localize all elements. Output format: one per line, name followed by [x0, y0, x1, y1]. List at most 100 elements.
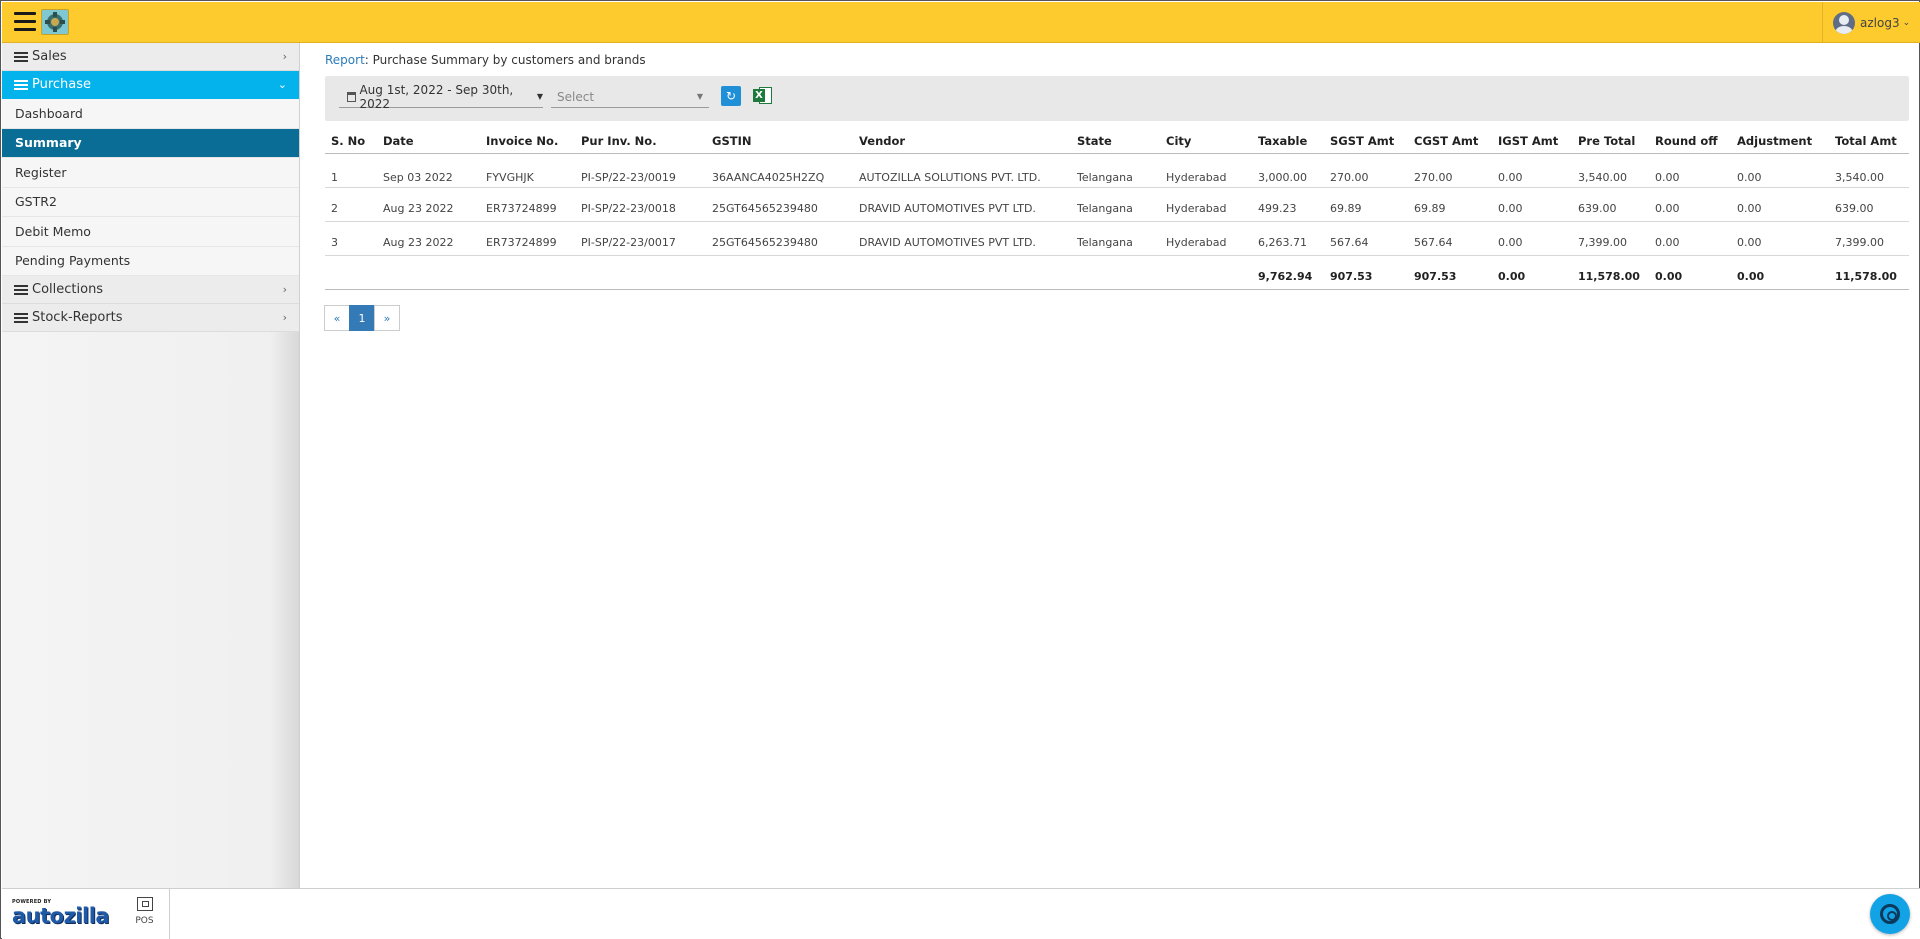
- sidebar-section-collections[interactable]: Collections ›: [2, 276, 299, 304]
- sidebar-section-label: Collections: [32, 282, 104, 297]
- footer-bar: POWERED BY autozilla POS: [2, 888, 1920, 939]
- pagination-prev-button[interactable]: «: [324, 305, 350, 331]
- cell-pur-inv-no: PI-SP/22-23/0018: [575, 187, 706, 222]
- breadcrumb: Report: Purchase Summary by customers an…: [325, 53, 646, 67]
- pos-register-icon: [136, 897, 153, 911]
- app-logo[interactable]: [41, 9, 69, 35]
- table-row[interactable]: 2 Aug 23 2022 ER73724899 PI-SP/22-23/001…: [325, 187, 1909, 222]
- table-row[interactable]: 1 Sep 03 2022 FYVGHJK PI-SP/22-23/0019 3…: [325, 153, 1909, 188]
- column-header[interactable]: State: [1071, 129, 1160, 154]
- total-amt: 11,578.00: [1829, 255, 1909, 290]
- date-range-picker[interactable]: Aug 1st, 2022 - Sep 30th, 2022 ▼: [339, 83, 543, 111]
- cell-vendor: DRAVID AUTOMOTIVES PVT LTD.: [853, 221, 1071, 256]
- purchase-summary-table: S. No Date Invoice No. Pur Inv. No. GSTI…: [325, 129, 1909, 290]
- cell-gstin: 36AANCA4025H2ZQ: [706, 153, 853, 188]
- cell-city: Hyderabad: [1160, 153, 1252, 188]
- sidebar-item-gstr2[interactable]: GSTR2: [2, 187, 299, 217]
- chevron-down-icon: ⌄: [277, 78, 287, 91]
- chevron-right-icon: ›: [282, 283, 287, 296]
- app-frame: azlog3 ⌄ Sales › Purchase ⌄ Dashboard Su…: [0, 0, 1920, 939]
- chevron-right-icon: ›: [282, 50, 287, 63]
- menu-lines-icon: [14, 284, 28, 295]
- cell-invoice-no: ER73724899: [480, 221, 575, 256]
- cell-taxable: 3,000.00: [1252, 153, 1324, 188]
- total-cell: [706, 255, 853, 290]
- column-header[interactable]: Total Amt: [1829, 129, 1909, 154]
- refresh-icon: ↻: [725, 89, 737, 103]
- totals-row: 9,762.94 907.53 907.53 0.00 11,578.00 0.…: [325, 255, 1909, 290]
- cell-date: Aug 23 2022: [377, 221, 480, 256]
- brand-logo-text: autozilla: [12, 904, 110, 928]
- sidebar-item-pending-payments[interactable]: Pending Payments: [2, 246, 299, 276]
- sidebar-item-summary[interactable]: Summary: [2, 128, 299, 158]
- pos-button[interactable]: POS: [120, 889, 170, 939]
- cell-sno: 1: [325, 153, 377, 188]
- powered-by-logo[interactable]: POWERED BY autozilla: [12, 899, 110, 933]
- filter-select[interactable]: Select ▼: [551, 86, 709, 108]
- column-header[interactable]: Pre Total: [1572, 129, 1649, 154]
- menu-toggle-icon[interactable]: [14, 12, 36, 32]
- cell-sgst: 69.89: [1324, 187, 1408, 222]
- cell-cgst: 69.89: [1408, 187, 1492, 222]
- cell-igst: 0.00: [1492, 187, 1572, 222]
- cell-pre-total: 3,540.00: [1572, 153, 1649, 188]
- cell-state: Telangana: [1071, 187, 1160, 222]
- cell-date: Aug 23 2022: [377, 187, 480, 222]
- sidebar-section-label: Sales: [32, 49, 67, 64]
- column-header[interactable]: S. No: [325, 129, 377, 154]
- total-sgst: 907.53: [1324, 255, 1408, 290]
- column-header[interactable]: Date: [377, 129, 480, 154]
- cell-sgst: 270.00: [1324, 153, 1408, 188]
- cell-city: Hyderabad: [1160, 221, 1252, 256]
- column-header[interactable]: Pur Inv. No.: [575, 129, 706, 154]
- column-header[interactable]: Invoice No.: [480, 129, 575, 154]
- refresh-button[interactable]: ↻: [721, 86, 741, 106]
- column-header[interactable]: Taxable: [1252, 129, 1324, 154]
- sidebar-section-stock-reports[interactable]: Stock-Reports ›: [2, 304, 299, 332]
- total-igst: 0.00: [1492, 255, 1572, 290]
- table-row[interactable]: 3 Aug 23 2022 ER73724899 PI-SP/22-23/001…: [325, 221, 1909, 256]
- breadcrumb-report-link[interactable]: Report: [325, 53, 365, 67]
- column-header[interactable]: Vendor: [853, 129, 1071, 154]
- caret-down-icon: ▼: [536, 92, 543, 101]
- sidebar-item-register[interactable]: Register: [2, 158, 299, 188]
- sidebar-item-dashboard[interactable]: Dashboard: [2, 99, 299, 129]
- export-excel-button[interactable]: X: [753, 86, 773, 106]
- cell-sgst: 567.64: [1324, 221, 1408, 256]
- cell-round-off: 0.00: [1649, 187, 1731, 222]
- cell-adjustment: 0.00: [1731, 221, 1829, 256]
- total-taxable: 9,762.94: [1252, 255, 1324, 290]
- column-header[interactable]: IGST Amt: [1492, 129, 1572, 154]
- cell-pur-inv-no: PI-SP/22-23/0017: [575, 221, 706, 256]
- sidebar-section-purchase[interactable]: Purchase ⌄: [2, 71, 299, 99]
- cell-sno: 3: [325, 221, 377, 256]
- user-menu[interactable]: azlog3 ⌄: [1822, 2, 1920, 43]
- cell-cgst: 567.64: [1408, 221, 1492, 256]
- top-bar: azlog3 ⌄: [2, 2, 1920, 43]
- filter-bar: Aug 1st, 2022 - Sep 30th, 2022 ▼ Select …: [325, 76, 1909, 121]
- cell-date: Sep 03 2022: [377, 153, 480, 188]
- chat-support-button[interactable]: [1870, 894, 1910, 934]
- cell-adjustment: 0.00: [1731, 153, 1829, 188]
- total-cell: [377, 255, 480, 290]
- column-header[interactable]: GSTIN: [706, 129, 853, 154]
- sidebar-item-debit-memo[interactable]: Debit Memo: [2, 217, 299, 247]
- column-header[interactable]: Adjustment: [1731, 129, 1829, 154]
- total-pre-total: 11,578.00: [1572, 255, 1649, 290]
- column-header[interactable]: SGST Amt: [1324, 129, 1408, 154]
- column-header[interactable]: City: [1160, 129, 1252, 154]
- caret-down-icon: ▼: [696, 92, 703, 101]
- chevron-right-icon: ›: [282, 311, 287, 324]
- cell-gstin: 25GT64565239480: [706, 187, 853, 222]
- total-round-off: 0.00: [1649, 255, 1731, 290]
- sidebar-section-sales[interactable]: Sales ›: [2, 43, 299, 71]
- pagination-next-button[interactable]: »: [374, 305, 400, 331]
- pagination-page-button[interactable]: 1: [349, 305, 375, 331]
- cell-total-amt: 3,540.00: [1829, 153, 1909, 188]
- column-header[interactable]: CGST Amt: [1408, 129, 1492, 154]
- column-header[interactable]: Round off: [1649, 129, 1731, 154]
- chevron-down-icon: ⌄: [1902, 17, 1911, 28]
- total-cgst: 907.53: [1408, 255, 1492, 290]
- sidebar-section-label: Stock-Reports: [32, 310, 123, 325]
- cell-gstin: 25GT64565239480: [706, 221, 853, 256]
